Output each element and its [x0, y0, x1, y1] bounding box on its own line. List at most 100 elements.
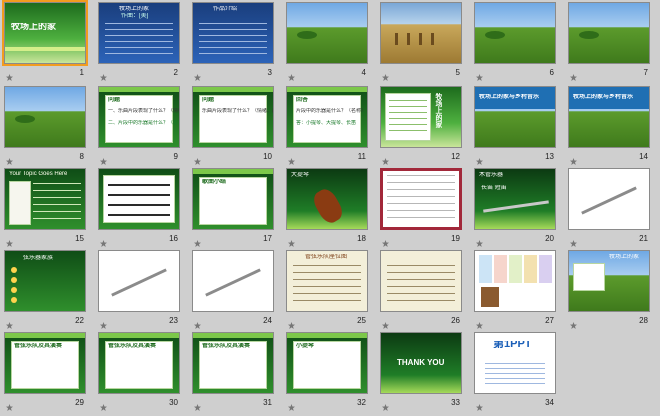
slide-number: 19 — [451, 234, 460, 243]
slide-title: 牧场上的家与乡村音乐 — [479, 94, 540, 100]
slide-thumbnail-cell[interactable]: Your Topic Goes Here 15 — [4, 168, 86, 247]
slide-preview[interactable] — [192, 250, 274, 312]
slide-thumbnail-cell[interactable]: 19 — [380, 168, 462, 247]
slide-thumbnail-cell[interactable]: 4 — [286, 2, 368, 81]
slide-preview[interactable] — [98, 250, 180, 312]
slide-thumbnail-cell[interactable]: 牧场上的家 作曲：[美] 2 — [98, 2, 180, 81]
slide-thumbnail-cell[interactable]: 牧场上的家 28 — [568, 250, 650, 329]
slide-thumbnail-cell[interactable]: 歌曲小结 17 — [192, 168, 274, 247]
slide-preview[interactable] — [380, 2, 462, 64]
slide-preview[interactable]: 问题一、乐曲片段表现了什么？（情绪、画面） 二、片段中的乐器是什么？（名称） — [98, 86, 180, 148]
slide-thumbnail-cell[interactable]: 7 — [568, 2, 650, 81]
slide-preview[interactable]: 牧场上的家 — [2, 0, 88, 66]
slide-title: 作品介绍 — [213, 6, 238, 12]
slide-thumbnail-cell[interactable]: 大提琴 18 — [286, 168, 368, 247]
slide-thumbnail-cell[interactable]: 21 — [568, 168, 650, 247]
slide-transition-icon — [6, 152, 13, 165]
slide-title: Your Topic Goes Here — [9, 171, 68, 177]
slide-thumbnail-cell[interactable]: 牧场上的家与乡村音乐 14 — [568, 86, 650, 165]
text-panel: 管弦乐队及其演奏 — [11, 341, 79, 389]
slide-preview[interactable] — [474, 250, 556, 312]
slide-transition-icon — [476, 234, 483, 247]
slide-thumbnail-cell[interactable]: 第1PPT 34 — [474, 332, 556, 411]
slide-number: 4 — [361, 68, 366, 77]
slide-preview[interactable]: THANK YOU — [380, 332, 462, 394]
slide-number: 9 — [173, 152, 178, 161]
slide-thumbnail-cell[interactable]: 管弦乐队及其演奏 30 — [98, 332, 180, 411]
slide-number: 28 — [639, 316, 648, 325]
slide-thumbnail-cell[interactable]: 24 — [192, 250, 274, 329]
slide-preview[interactable] — [474, 2, 556, 64]
slide-text: 长笛 短笛 — [481, 185, 507, 191]
slide-preview[interactable] — [380, 250, 462, 312]
slide-thumbnail-cell[interactable]: 小提琴 32 — [286, 332, 368, 411]
slide-number: 23 — [169, 316, 178, 325]
slide-preview[interactable] — [286, 2, 368, 64]
slide-preview[interactable]: 管弦乐队座位图 — [286, 250, 368, 312]
slide-transition-icon — [288, 398, 295, 411]
slide-text: 乐曲片段表现了什么？（情绪、画面） — [202, 108, 273, 114]
text-panel: 歌曲小结 — [199, 177, 267, 225]
slide-preview[interactable]: 牧场上的家与乡村音乐 — [474, 86, 556, 148]
slide-transition-icon — [194, 152, 201, 165]
slide-title: 第1PPT — [493, 341, 532, 348]
slide-thumbnail-cell[interactable]: 牧场上的家 12 — [380, 86, 462, 165]
slide-title: 大提琴 — [291, 172, 310, 178]
slide-preview[interactable] — [568, 168, 650, 230]
slide-preview[interactable]: Your Topic Goes Here — [4, 168, 86, 230]
slide-thumbnail-cell[interactable]: 木管乐器 长笛 短笛 20 — [474, 168, 556, 247]
slide-number: 12 — [451, 152, 460, 161]
slide-preview[interactable]: 牧场上的家 作曲：[美] — [98, 2, 180, 64]
slide-transition-icon — [382, 316, 389, 329]
slide-preview[interactable]: 弦乐器家族 — [4, 250, 86, 312]
slide-thumbnail-cell[interactable]: 问题乐曲片段表现了什么？（情绪、画面） 10 — [192, 86, 274, 165]
slide-preview[interactable] — [380, 168, 462, 230]
slide-preview[interactable]: 牧场上的家 — [568, 250, 650, 312]
slide-preview[interactable]: 回答 片段中的乐器是什么？（名称） 答：小提琴、大提琴、长笛 — [286, 86, 368, 148]
slide-transition-icon — [100, 316, 107, 329]
slide-number: 13 — [545, 152, 554, 161]
slide-thumbnail-cell[interactable]: 管弦乐队及其演奏 31 — [192, 332, 274, 411]
slide-preview[interactable]: 大提琴 — [286, 168, 368, 230]
slide-preview[interactable]: 管弦乐队及其演奏 — [98, 332, 180, 394]
slide-thumbnail-cell[interactable]: 问题一、乐曲片段表现了什么？（情绪、画面） 二、片段中的乐器是什么？（名称） 9 — [98, 86, 180, 165]
slide-thumbnail-cell[interactable]: 16 — [98, 168, 180, 247]
slide-thumbnail-cell[interactable]: 牧场上的家 1 — [2, 0, 88, 81]
slide-preview[interactable] — [4, 86, 86, 148]
slide-preview[interactable]: 问题乐曲片段表现了什么？（情绪、画面） — [192, 86, 274, 148]
slide-preview[interactable] — [98, 168, 180, 230]
slide-preview[interactable]: 第1PPT — [474, 332, 556, 394]
slide-thumbnail-cell[interactable]: 5 — [380, 2, 462, 81]
slide-thumbnail-cell[interactable]: 弦乐器家族 22 — [4, 250, 86, 329]
slide-preview[interactable]: 作品介绍 — [192, 2, 274, 64]
text-panel: 回答 片段中的乐器是什么？（名称） 答：小提琴、大提琴、长笛 — [293, 95, 366, 143]
slide-preview[interactable] — [568, 2, 650, 64]
slide-thumbnail-cell[interactable]: 23 — [98, 250, 180, 329]
text-panel: 管弦乐队及其演奏 — [199, 341, 267, 389]
slide-thumbnail-cell[interactable]: 27 — [474, 250, 556, 329]
slide-preview[interactable]: 歌曲小结 — [192, 168, 274, 230]
slide-number: 6 — [549, 68, 554, 77]
slide-number: 25 — [357, 316, 366, 325]
slide-text: 二、片段中的乐器是什么？（名称） — [108, 120, 179, 126]
slide-thumbnail-cell[interactable]: THANK YOU 33 — [380, 332, 462, 411]
slide-preview[interactable]: 牧场上的家 — [380, 86, 462, 148]
slide-transition-icon — [194, 316, 201, 329]
slide-preview[interactable]: 管弦乐队及其演奏 — [4, 332, 86, 394]
slide-thumbnail-cell[interactable]: 管弦乐队及其演奏 29 — [4, 332, 86, 411]
slide-thumbnail-cell[interactable]: 26 — [380, 250, 462, 329]
slide-thumbnail-cell[interactable]: 管弦乐队座位图 25 — [286, 250, 368, 329]
slide-thumbnail-cell[interactable]: 回答 片段中的乐器是什么？（名称） 答：小提琴、大提琴、长笛 11 — [286, 86, 368, 165]
slide-preview[interactable]: 管弦乐队及其演奏 — [192, 332, 274, 394]
slide-thumbnail-cell[interactable]: 作品介绍 3 — [192, 2, 274, 81]
slide-title: 牧场上的家 — [11, 23, 57, 30]
slide-preview[interactable]: 牧场上的家与乡村音乐 — [568, 86, 650, 148]
slide-thumbnail-cell[interactable]: 6 — [474, 2, 556, 81]
slide-thumbnail-cell[interactable]: 牧场上的家与乡村音乐 13 — [474, 86, 556, 165]
slide-thumbnail-cell[interactable]: 8 — [4, 86, 86, 165]
slide-number: 15 — [75, 234, 84, 243]
slide-preview[interactable]: 小提琴 — [286, 332, 368, 394]
slide-preview[interactable]: 木管乐器 长笛 短笛 — [474, 168, 556, 230]
slide-transition-icon — [288, 234, 295, 247]
slide-transition-icon — [570, 152, 577, 165]
